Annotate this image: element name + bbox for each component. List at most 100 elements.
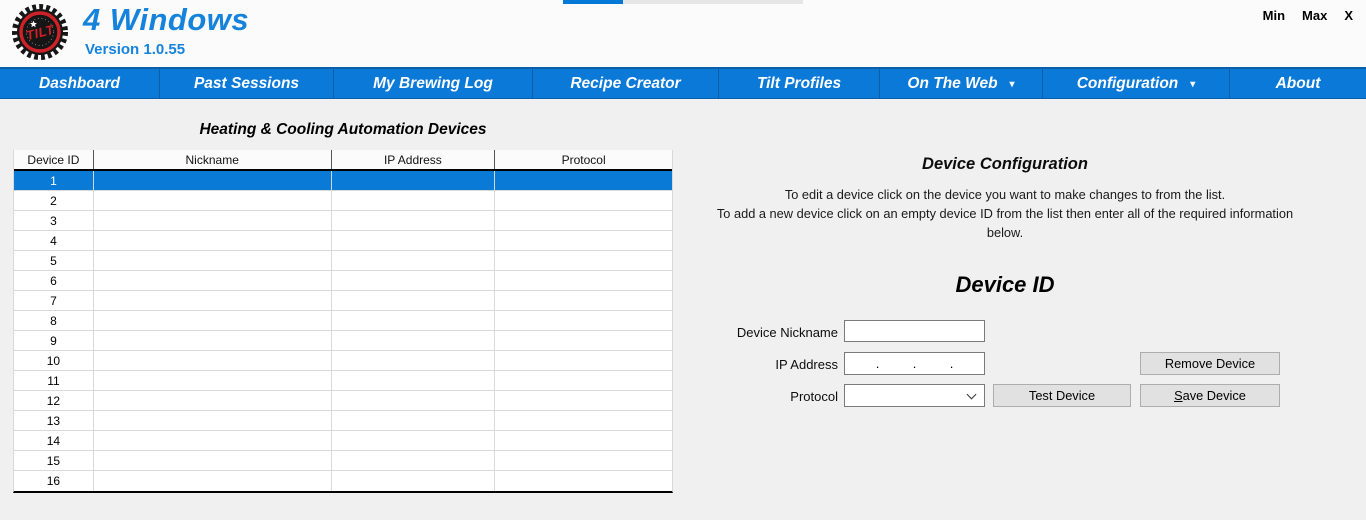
table-cell-protocol[interactable] [495, 411, 672, 430]
minimize-button[interactable]: Min [1263, 8, 1285, 23]
table-row[interactable]: 2 [14, 191, 672, 211]
nav-label: Tilt Profiles [756, 74, 842, 92]
table-cell-protocol[interactable] [495, 331, 672, 350]
table-cell-protocol[interactable] [495, 471, 672, 491]
table-cell-id[interactable]: 1 [14, 171, 94, 190]
device-nickname-input[interactable] [844, 320, 985, 342]
table-cell-protocol[interactable] [495, 431, 672, 450]
table-cell-protocol[interactable] [495, 291, 672, 310]
table-cell-id[interactable]: 14 [14, 431, 94, 450]
table-cell-ip_address[interactable] [332, 411, 496, 430]
table-cell-ip_address[interactable] [332, 311, 496, 330]
nav-item-recipe-creator[interactable]: Recipe Creator [533, 69, 719, 98]
table-row[interactable]: 15 [14, 451, 672, 471]
table-row[interactable]: 5 [14, 251, 672, 271]
table-row[interactable]: 11 [14, 371, 672, 391]
table-cell-nickname[interactable] [94, 391, 332, 410]
table-cell-id[interactable]: 15 [14, 451, 94, 470]
table-cell-protocol[interactable] [495, 391, 672, 410]
table-cell-ip_address[interactable] [332, 351, 496, 370]
table-cell-id[interactable]: 5 [14, 251, 94, 270]
table-cell-nickname[interactable] [94, 211, 332, 230]
table-row[interactable]: 8 [14, 311, 672, 331]
nav-item-my-brewing-log[interactable]: My Brewing Log [334, 69, 533, 98]
table-cell-ip_address[interactable] [332, 331, 496, 350]
app-window: TILT 4 Windows Version 1.0.55 Min Max X … [0, 0, 1366, 520]
nav-item-about[interactable]: About [1230, 69, 1366, 98]
remove-device-button[interactable]: Remove Device [1140, 352, 1280, 375]
table-cell-nickname[interactable] [94, 271, 332, 290]
table-cell-ip_address[interactable] [332, 431, 496, 450]
nav-item-on-the-web[interactable]: On The Web ▾ [880, 69, 1043, 98]
test-device-button[interactable]: Test Device [993, 384, 1131, 407]
table-row[interactable]: 13 [14, 411, 672, 431]
table-cell-id[interactable]: 6 [14, 271, 94, 290]
table-cell-ip_address[interactable] [332, 451, 496, 470]
table-cell-id[interactable]: 16 [14, 471, 94, 491]
table-cell-nickname[interactable] [94, 411, 332, 430]
table-cell-nickname[interactable] [94, 231, 332, 250]
table-cell-nickname[interactable] [94, 311, 332, 330]
table-cell-protocol[interactable] [495, 271, 672, 290]
table-cell-ip_address[interactable] [332, 471, 496, 491]
table-cell-nickname[interactable] [94, 471, 332, 491]
save-device-button[interactable]: Save Device [1140, 384, 1280, 407]
nav-item-past-sessions[interactable]: Past Sessions [160, 69, 334, 98]
close-button[interactable]: X [1344, 8, 1353, 23]
table-row[interactable]: 4 [14, 231, 672, 251]
table-cell-nickname[interactable] [94, 351, 332, 370]
table-cell-id[interactable]: 2 [14, 191, 94, 210]
table-cell-ip_address[interactable] [332, 231, 496, 250]
table-row[interactable]: 16 [14, 471, 672, 491]
table-row[interactable]: 6 [14, 271, 672, 291]
table-cell-protocol[interactable] [495, 231, 672, 250]
table-cell-protocol[interactable] [495, 191, 672, 210]
table-cell-ip_address[interactable] [332, 371, 496, 390]
nav-item-configuration[interactable]: Configuration ▾ [1043, 69, 1230, 98]
table-cell-protocol[interactable] [495, 171, 672, 190]
table-row[interactable]: 7 [14, 291, 672, 311]
table-row[interactable]: 1 [14, 171, 672, 191]
table-row[interactable]: 3 [14, 211, 672, 231]
table-cell-protocol[interactable] [495, 211, 672, 230]
table-cell-ip_address[interactable] [332, 251, 496, 270]
table-cell-nickname[interactable] [94, 431, 332, 450]
table-cell-ip_address[interactable] [332, 211, 496, 230]
maximize-button[interactable]: Max [1302, 8, 1327, 23]
nav-item-dashboard[interactable]: Dashboard [0, 69, 160, 98]
table-cell-ip_address[interactable] [332, 271, 496, 290]
table-row[interactable]: 10 [14, 351, 672, 371]
protocol-dropdown[interactable] [844, 384, 985, 407]
table-cell-nickname[interactable] [94, 451, 332, 470]
table-cell-nickname[interactable] [94, 291, 332, 310]
table-cell-nickname[interactable] [94, 171, 332, 190]
table-cell-nickname[interactable] [94, 251, 332, 270]
table-cell-protocol[interactable] [495, 371, 672, 390]
table-cell-id[interactable]: 9 [14, 331, 94, 350]
table-cell-ip_address[interactable] [332, 171, 496, 190]
table-cell-protocol[interactable] [495, 451, 672, 470]
table-cell-id[interactable]: 7 [14, 291, 94, 310]
table-cell-nickname[interactable] [94, 191, 332, 210]
table-row[interactable]: 12 [14, 391, 672, 411]
table-cell-protocol[interactable] [495, 251, 672, 270]
table-cell-id[interactable]: 12 [14, 391, 94, 410]
table-cell-id[interactable]: 11 [14, 371, 94, 390]
nav-item-tilt-profiles[interactable]: Tilt Profiles [719, 69, 880, 98]
table-cell-ip_address[interactable] [332, 291, 496, 310]
table-cell-id[interactable]: 4 [14, 231, 94, 250]
table-cell-id[interactable]: 10 [14, 351, 94, 370]
table-cell-id[interactable]: 8 [14, 311, 94, 330]
table-cell-id[interactable]: 13 [14, 411, 94, 430]
table-row[interactable]: 9 [14, 331, 672, 351]
table-cell-protocol[interactable] [495, 351, 672, 370]
table-cell-nickname[interactable] [94, 331, 332, 350]
column-header-protocol: Protocol [561, 152, 606, 167]
ip-address-input[interactable]: . . . [844, 352, 985, 375]
table-cell-protocol[interactable] [495, 311, 672, 330]
table-row[interactable]: 14 [14, 431, 672, 451]
table-cell-ip_address[interactable] [332, 191, 496, 210]
table-cell-id[interactable]: 3 [14, 211, 94, 230]
table-cell-ip_address[interactable] [332, 391, 496, 410]
table-cell-nickname[interactable] [94, 371, 332, 390]
